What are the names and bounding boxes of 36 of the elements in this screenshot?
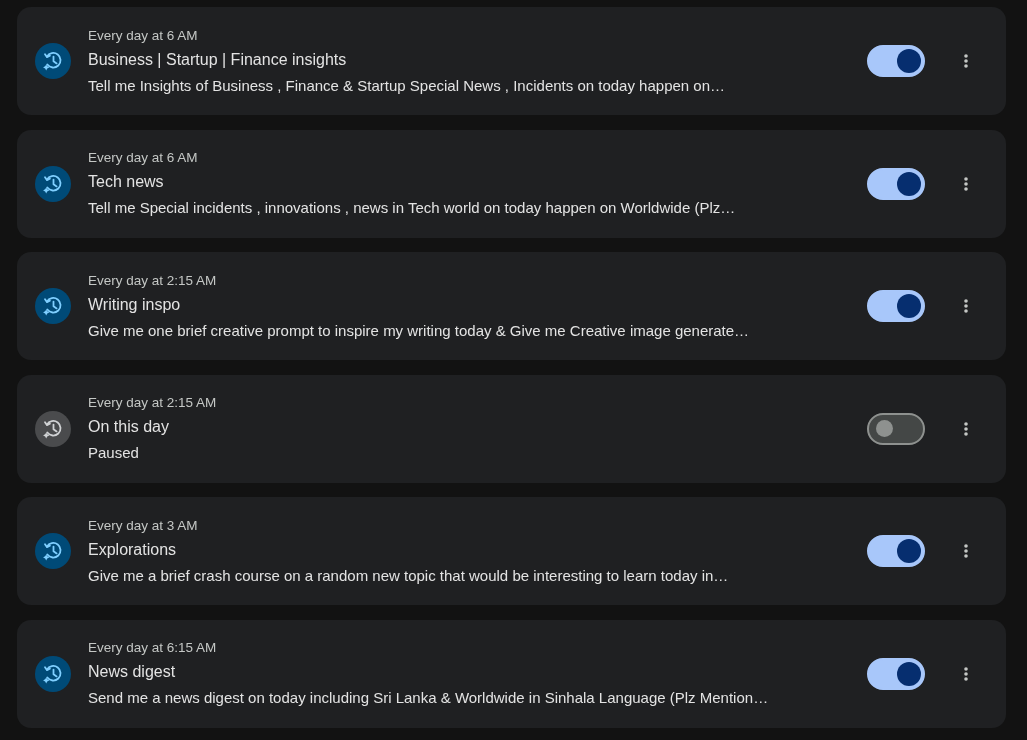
task-description: Give me one brief creative prompt to inspire my writing today & Give me Creative image generate… [88, 320, 750, 341]
more-vert-icon [964, 666, 968, 681]
task-description: Tell me Insights of Business , Finance & Startup Special News , Incidents on today happen on… [88, 75, 726, 96]
task-title: News digest [88, 662, 176, 683]
task-title: Writing inspo [88, 294, 181, 315]
schedule-text: Every day at 2:15 AM [88, 394, 217, 413]
more-vert-icon [964, 421, 968, 436]
task-title: Explorations [88, 539, 177, 560]
task-description: Paused [88, 443, 139, 464]
toggle-switch[interactable] [867, 535, 925, 568]
scheduled-clock-icon [35, 43, 71, 79]
scheduled-clock-icon [35, 410, 71, 447]
more-vert-icon [964, 544, 968, 559]
schedule-text: Every day at 3 AM [88, 516, 198, 535]
task-description: Tell me Special incidents , innovations , news in Tech world on today happen on Worldwide (Plz… [88, 198, 736, 219]
more-vert-icon [964, 299, 968, 314]
scheduled-clock-icon [35, 533, 71, 570]
schedule-text: Every day at 6 AM [88, 149, 198, 168]
schedule-text: Every day at 6:15 AM [88, 639, 217, 658]
scheduled-clock-icon [35, 165, 71, 202]
toggle-switch[interactable] [867, 412, 925, 445]
toggle-switch[interactable] [867, 290, 925, 323]
more-vert-icon [964, 54, 968, 68]
more-vert-icon [964, 176, 968, 191]
task-title: Tech news [88, 172, 164, 193]
schedule-text: Every day at 6 AM [88, 26, 198, 45]
task-title: Business | Startup | Finance insights [88, 49, 347, 70]
task-description: Send me a news digest on today including Sri Lanka & Worldwide in Sinhala Language (Plz Mention… [88, 688, 769, 709]
scheduled-clock-icon [35, 655, 71, 692]
toggle-switch[interactable] [867, 45, 925, 77]
toggle-switch[interactable] [867, 167, 925, 200]
task-title: On this day [88, 417, 169, 438]
scheduled-clock-icon [35, 288, 71, 325]
schedule-text: Every day at 2:15 AM [88, 271, 217, 290]
task-description: Give me a brief crash course on a random new topic that would be interesting to learn today in… [88, 565, 729, 586]
toggle-switch[interactable] [867, 657, 925, 690]
